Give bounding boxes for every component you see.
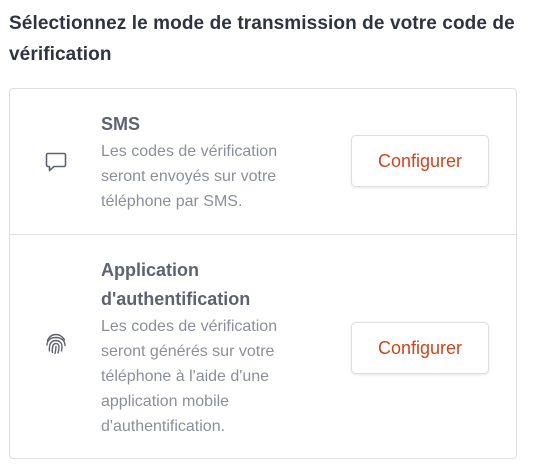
option-sms: SMS Les codes de vérification seront env… [10,89,516,235]
fingerprint-icon [43,331,69,357]
page-heading: Sélectionnez le mode de transmission de … [9,13,515,65]
option-title-sms: SMS [101,114,141,134]
option-authenticator-app: Application d'authentification Les codes… [10,235,516,458]
option-description-authenticator-app: Les codes de vérification seront générés… [101,318,278,435]
chat-bubble-icon [43,149,69,175]
verification-methods-card: SMS Les codes de vérification seront env… [9,88,517,459]
configure-authenticator-app-button[interactable]: Configurer [351,322,489,374]
option-description-sms: Les codes de vérification seront envoyés… [101,143,278,210]
configure-sms-button[interactable]: Configurer [351,135,489,187]
option-title-authenticator-app: Application d'authentification [101,260,251,309]
